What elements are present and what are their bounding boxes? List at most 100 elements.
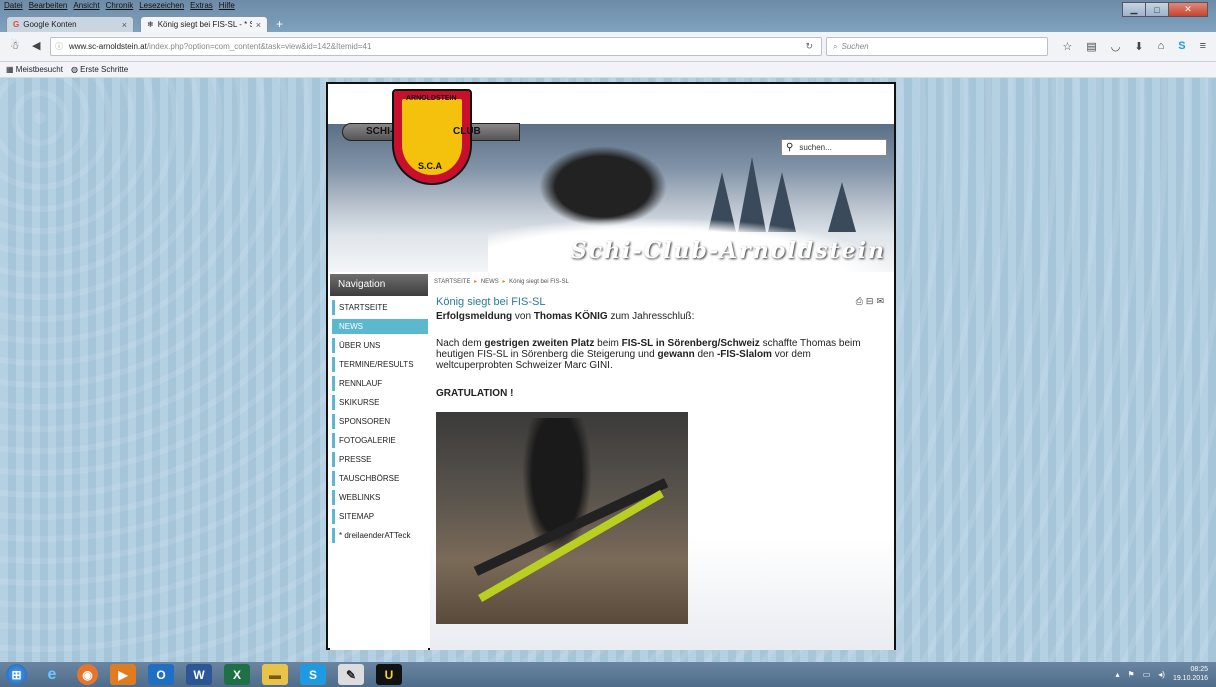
nav-item-tauschboerse[interactable]: TAUSCHBÖRSE	[332, 471, 428, 486]
url-bar[interactable]: ⓘ www.sc-arnoldstein.at /index.php?optio…	[50, 37, 822, 56]
article-lead: Erfolgsmeldung von Thomas KÖNIG zum Jahr…	[436, 311, 694, 322]
body-strong: gestrigen zweiten Platz	[484, 338, 595, 349]
logo-text-left: SCHI-	[366, 126, 394, 137]
menu-bearbeiten[interactable]: Bearbeiten	[29, 1, 68, 13]
site-search-placeholder: suchen...	[799, 143, 832, 152]
pdf-icon[interactable]: ⎙	[856, 296, 863, 307]
menu-extras[interactable]: Extras	[190, 1, 213, 13]
bookmarks-bar: ▦ Meistbesucht ◍ Erste Schritte	[0, 62, 1216, 78]
skype-icon[interactable]: S	[1178, 40, 1185, 53]
site-container: Schi-Club-Arnoldstein ⚲ suchen... ARNOLD…	[326, 82, 896, 650]
maximize-button[interactable]: □	[1145, 2, 1169, 17]
url-path: /index.php?option=com_content&task=view&…	[146, 42, 372, 51]
menu-hilfe[interactable]: Hilfe	[219, 1, 235, 13]
menu-chronik[interactable]: Chronik	[106, 1, 134, 13]
firefox-taskbar-icon[interactable]: ◉	[77, 664, 98, 685]
nav-item-termine-results[interactable]: TERMINE/RESULTS	[332, 357, 428, 372]
body-text: beim	[594, 338, 622, 349]
close-icon[interactable]: ×	[256, 20, 261, 30]
nav-item-startseite[interactable]: STARTSEITE	[332, 300, 428, 315]
window-controls: ▁ □ ✕	[1122, 2, 1208, 17]
logo-text-bottom: S.C.A	[418, 161, 443, 171]
reading-list-icon[interactable]: ▤	[1086, 40, 1096, 53]
volume-icon[interactable]: ◂)	[1158, 670, 1165, 679]
internet-explorer-icon[interactable]: e	[39, 664, 65, 685]
body-strong: -FIS-Slalom	[716, 349, 772, 360]
nav-item-sponsoren[interactable]: SPONSOREN	[332, 414, 428, 429]
menu-datei[interactable]: Datei	[4, 1, 23, 13]
star-icon[interactable]: ☆	[1062, 40, 1072, 53]
browser-search-input[interactable]: ⌕ Suchen	[826, 37, 1048, 56]
menu-lesezeichen[interactable]: Lesezeichen	[139, 1, 184, 13]
nav-item-sitemap[interactable]: SITEMAP	[332, 509, 428, 524]
bookmark-folder-icon: ▦	[6, 65, 14, 74]
pocket-icon[interactable]: ◡	[1111, 40, 1121, 53]
breadcrumb: STARTSEITE ▸ NEWS ▸ König siegt bei FIS-…	[434, 278, 569, 285]
nav-item-skikurse[interactable]: SKIKURSE	[332, 395, 428, 410]
excel-icon[interactable]: X	[224, 664, 250, 685]
start-button[interactable]: ⊞	[6, 664, 27, 685]
body-text: Nach dem	[436, 338, 485, 349]
logo-text-top: ARNOLDSTEIN	[406, 95, 457, 102]
article-title: König siegt bei FIS-SL	[436, 296, 546, 308]
unknown-app-icon[interactable]: U	[376, 664, 402, 685]
close-icon[interactable]: ×	[122, 20, 127, 30]
breadcrumb-news[interactable]: NEWS	[481, 279, 499, 285]
toolbar-icons: ☆ ▤ ◡ ⬇ ⌂ S ≡	[1062, 40, 1206, 53]
nav-item-news[interactable]: NEWS	[332, 319, 428, 334]
nav-item-ueber-uns[interactable]: ÜBER UNS	[332, 338, 428, 353]
clock-time: 08:25	[1190, 666, 1208, 673]
search-icon: ⌕	[833, 41, 838, 51]
download-icon[interactable]: ⬇	[1134, 40, 1143, 53]
tab-strip: G Google Konten × ❄ König siegt bei FIS-…	[0, 14, 283, 32]
media-player-icon[interactable]: ▶	[110, 664, 136, 685]
email-icon[interactable]: ✉	[876, 296, 884, 307]
breadcrumb-startseite[interactable]: STARTSEITE	[434, 279, 470, 285]
paint-icon[interactable]: ✎	[338, 664, 364, 685]
new-tab-button[interactable]: +	[276, 16, 283, 32]
network-icon[interactable]: ▭	[1143, 670, 1151, 679]
club-logo[interactable]: ARNOLDSTEIN SCHI- CLUB S.C.A	[338, 89, 523, 185]
clock[interactable]: 08:25 19.10.2016	[1173, 665, 1208, 683]
lead-strong-1: Erfolgsmeldung	[436, 311, 513, 322]
bookmark-label: Meistbesucht	[15, 65, 63, 74]
home-icon[interactable]: ⌂	[1158, 40, 1165, 53]
nav-item-dreilaenderatteck[interactable]: * dreilaenderATTeck	[332, 528, 428, 543]
bookmark-meistbesucht[interactable]: ▦ Meistbesucht	[6, 65, 63, 74]
bookmark-erste-schritte[interactable]: ◍ Erste Schritte	[71, 65, 128, 74]
bookmark-label: Erste Schritte	[80, 65, 129, 74]
article-tools: ⎙ ⊟ ✉	[856, 296, 884, 307]
menu-bar: Datei Bearbeiten Ansicht Chronik Lesezei…	[4, 1, 235, 13]
reload-icon[interactable]: ↻	[805, 41, 813, 52]
minimize-button[interactable]: ▁	[1122, 2, 1146, 17]
menu-icon[interactable]: ≡	[1200, 40, 1206, 53]
flag-icon[interactable]: ⚑	[1128, 670, 1135, 679]
tab-koenig-siegt[interactable]: ❄ König siegt bei FIS-SL - * S... ×	[140, 16, 268, 32]
article-congratulation: GRATULATION !	[436, 388, 514, 399]
window-close-button[interactable]: ✕	[1168, 2, 1208, 17]
back-button[interactable]: ◀	[32, 39, 40, 52]
site-search-input[interactable]: ⚲ suchen...	[781, 139, 887, 156]
skype-taskbar-icon[interactable]: S	[300, 664, 326, 685]
file-explorer-icon[interactable]: ▬	[262, 664, 288, 685]
tab-google-konten[interactable]: G Google Konten ×	[6, 16, 134, 32]
menu-ansicht[interactable]: Ansicht	[73, 1, 99, 13]
windows-taskbar: ⊞ e ◉ ▶ O W X ▬ S ✎ U ▴ ⚑ ▭ ◂) 08:25 19.…	[0, 662, 1216, 687]
tray-expand-icon[interactable]: ▴	[1116, 670, 1120, 679]
nav-item-rennlauf[interactable]: RENNLAUF	[332, 376, 428, 391]
lead-strong-2: Thomas KÖNIG	[533, 311, 608, 322]
breadcrumb-current: König siegt bei FIS-SL	[509, 279, 569, 285]
outlook-icon[interactable]: O	[148, 664, 174, 685]
magnifier-icon: ⚲	[786, 142, 794, 153]
nav-item-weblinks[interactable]: WEBLINKS	[332, 490, 428, 505]
print-icon[interactable]: ⊟	[866, 296, 874, 307]
site-navigation: Navigation STARTSEITE NEWS ÜBER UNS TERM…	[330, 274, 428, 650]
body-strong: FIS-SL in Sörenberg/Schweiz	[621, 338, 760, 349]
navigation-heading: Navigation	[330, 274, 428, 296]
info-icon[interactable]: ⓘ	[55, 41, 63, 52]
browser-titlebar: Datei Bearbeiten Ansicht Chronik Lesezei…	[0, 0, 1216, 32]
nav-item-presse[interactable]: PRESSE	[332, 452, 428, 467]
word-icon[interactable]: W	[186, 664, 212, 685]
breadcrumb-arrow-icon: ▸	[474, 279, 478, 285]
nav-item-fotogalerie[interactable]: FOTOGALERIE	[332, 433, 428, 448]
